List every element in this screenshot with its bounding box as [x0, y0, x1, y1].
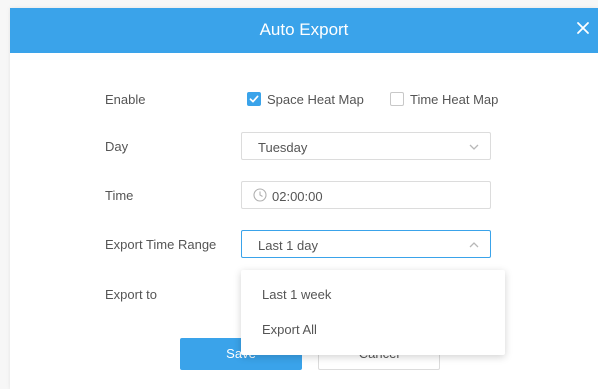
dialog-header: Auto Export — [10, 8, 598, 53]
export-to-label: Export to — [105, 287, 158, 302]
enable-label: Enable — [105, 92, 146, 107]
day-select[interactable]: Tuesday — [241, 132, 491, 160]
space-heat-map-label: Space Heat Map — [267, 92, 364, 107]
auto-export-dialog: Auto Export Enable Space Heat Map Time H… — [10, 8, 598, 389]
dialog-title: Auto Export — [259, 20, 349, 39]
dropdown-option-export-all[interactable]: Export All — [241, 313, 505, 347]
close-icon[interactable] — [575, 20, 591, 36]
space-heat-map-checkbox[interactable] — [247, 92, 261, 106]
dropdown-option-last-1-week[interactable]: Last 1 week — [241, 278, 505, 312]
time-heat-map-checkbox[interactable] — [390, 92, 404, 106]
day-select-value: Tuesday — [258, 140, 308, 155]
clock-icon — [253, 188, 267, 202]
export-time-range-label: Export Time Range — [105, 237, 217, 252]
day-label: Day — [105, 139, 129, 154]
chevron-up-icon — [469, 242, 479, 248]
time-input[interactable]: 02:00:00 — [241, 181, 491, 209]
export-time-range-dropdown: Last 1 week Export All — [241, 270, 505, 355]
export-time-range-value: Last 1 day — [258, 238, 318, 253]
check-icon — [249, 95, 259, 103]
dropdown-option-label: Export All — [262, 322, 317, 337]
chevron-down-icon — [469, 144, 479, 150]
time-heat-map-label: Time Heat Map — [410, 92, 499, 107]
export-time-range-select[interactable]: Last 1 day — [241, 230, 491, 258]
time-label: Time — [105, 188, 134, 203]
time-value: 02:00:00 — [272, 189, 323, 204]
dropdown-option-label: Last 1 week — [262, 287, 332, 302]
